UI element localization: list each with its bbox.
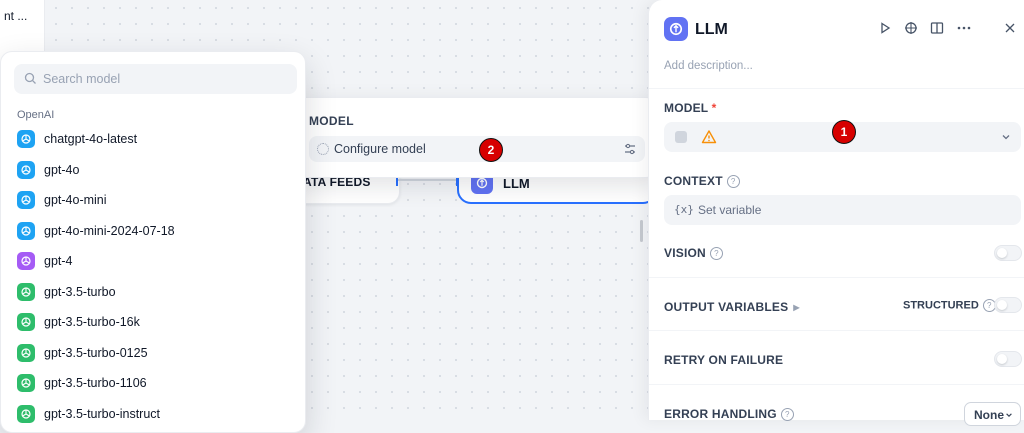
configure-model-trigger[interactable]: Configure model xyxy=(309,136,645,162)
retry-label: RETRY ON FAILURE xyxy=(664,353,784,367)
search-model-input[interactable]: Search model xyxy=(14,64,297,94)
llm-settings-panel: LLM Add description... MODEL * 1 CONTEXT… xyxy=(648,0,1024,426)
output-variables-text: OUTPUT VARIABLES xyxy=(664,300,789,314)
warning-icon xyxy=(701,130,717,144)
openai-logo-icon xyxy=(17,191,35,209)
caret-right-icon: ▶ xyxy=(793,303,800,313)
configure-model-label: Configure model xyxy=(334,142,426,156)
model-list-dropdown: Search model OpenAI chatgpt-4o-latest gpt… xyxy=(0,51,306,433)
llm-node-label: LLM xyxy=(503,176,530,191)
more-icon[interactable] xyxy=(956,20,972,36)
context-placeholder: Set variable xyxy=(698,203,762,217)
sidebar-snippet: nt ... xyxy=(4,9,28,23)
search-icon xyxy=(24,72,36,84)
model-name: gpt-4 xyxy=(44,254,73,268)
model-name: gpt-3.5-turbo-instruct xyxy=(44,406,161,421)
context-label: CONTEXT? xyxy=(664,174,740,189)
model-list-item[interactable]: gpt-4 xyxy=(17,245,297,275)
context-variable-field[interactable]: {x} Set variable xyxy=(664,195,1021,225)
context-label-text: CONTEXT xyxy=(664,174,723,188)
structured-text: STRUCTURED xyxy=(903,299,979,312)
llm-panel-icon xyxy=(664,17,688,41)
vision-toggle[interactable] xyxy=(994,245,1022,261)
model-list-item[interactable]: gpt-4o-mini xyxy=(17,184,297,214)
help-icon[interactable]: ? xyxy=(780,408,794,422)
model-name: gpt-4o-mini-2024-07-18 xyxy=(44,223,175,238)
model-list-item[interactable]: gpt-3.5-turbo xyxy=(17,276,297,306)
openai-logo-icon xyxy=(17,221,35,240)
model-list-item[interactable]: gpt-4o xyxy=(17,154,297,184)
model-popover-title: MODEL xyxy=(309,114,354,128)
canvas-scroll-handle[interactable] xyxy=(640,220,643,242)
divider xyxy=(649,88,1024,89)
model-name: gpt-4o-mini xyxy=(44,193,107,207)
model-name: gpt-3.5-turbo-16k xyxy=(44,315,140,329)
run-icon[interactable] xyxy=(877,20,893,36)
error-handling-label: ERROR HANDLING? xyxy=(664,407,794,422)
model-name: gpt-4o xyxy=(44,162,80,177)
error-handling-select[interactable]: None xyxy=(964,402,1021,426)
model-list-item[interactable]: gpt-4o-mini-2024-07-18 xyxy=(17,215,297,245)
chevron-down-icon xyxy=(1006,413,1012,417)
book-icon[interactable] xyxy=(929,20,945,36)
retry-toggle[interactable] xyxy=(994,351,1022,367)
close-icon[interactable] xyxy=(1002,20,1018,36)
vision-label: VISION? xyxy=(664,246,723,261)
model-name: chatgpt-4o-latest xyxy=(44,132,138,146)
openai-logo-icon xyxy=(17,343,35,362)
annotation-badge-2: 2 xyxy=(479,138,503,162)
divider xyxy=(649,277,1024,278)
chevron-down-icon xyxy=(1002,135,1010,140)
structured-label: STRUCTURED? xyxy=(903,299,996,312)
help-icon[interactable]: ? xyxy=(709,247,723,261)
annotation-badge-1: 1 xyxy=(832,120,856,144)
model-list-item[interactable]: chatgpt-4o-latest xyxy=(17,123,297,153)
variable-icon: {x} xyxy=(674,203,694,216)
openai-logo-icon xyxy=(17,313,35,331)
openai-logo-icon xyxy=(17,160,35,179)
target-icon[interactable] xyxy=(903,20,919,36)
openai-logo-icon xyxy=(17,374,35,392)
model-label: MODEL * xyxy=(664,101,717,115)
divider xyxy=(649,330,1024,331)
openai-logo-icon xyxy=(17,282,35,301)
model-name: gpt-3.5-turbo xyxy=(44,284,116,299)
help-icon[interactable]: ? xyxy=(726,175,740,189)
error-handling-text: ERROR HANDLING xyxy=(664,407,777,421)
vision-label-text: VISION xyxy=(664,246,706,260)
description-input[interactable]: Add description... xyxy=(664,60,753,72)
model-list-item[interactable]: gpt-3.5-turbo-1106 xyxy=(17,367,297,397)
openai-logo-icon xyxy=(17,130,35,148)
panel-title: LLM xyxy=(695,21,728,38)
provider-heading: OpenAI xyxy=(17,109,55,121)
structured-toggle[interactable] xyxy=(994,297,1022,313)
model-list-item[interactable]: gpt-3.5-turbo-16k xyxy=(17,306,297,336)
settings-sliders-icon[interactable] xyxy=(623,142,637,156)
model-name: gpt-3.5-turbo-0125 xyxy=(44,345,148,360)
model-list-item[interactable]: gpt-3.5-turbo-0125 xyxy=(17,337,297,367)
required-mark: * xyxy=(711,101,717,115)
model-placeholder-icon xyxy=(675,131,687,143)
divider xyxy=(649,384,1024,385)
node-connection-edge xyxy=(398,179,458,181)
model-name: gpt-3.5-turbo-1106 xyxy=(44,376,147,390)
loading-icon xyxy=(317,143,329,155)
openai-logo-icon xyxy=(17,252,35,270)
search-model-placeholder: Search model xyxy=(43,72,121,86)
model-config-popover: MODEL Configure model xyxy=(292,97,658,178)
model-list-item[interactable]: gpt-3.5-turbo-instruct xyxy=(17,398,297,428)
model-label-text: MODEL xyxy=(664,101,709,115)
output-variables-label[interactable]: OUTPUT VARIABLES ▶ xyxy=(664,300,800,314)
